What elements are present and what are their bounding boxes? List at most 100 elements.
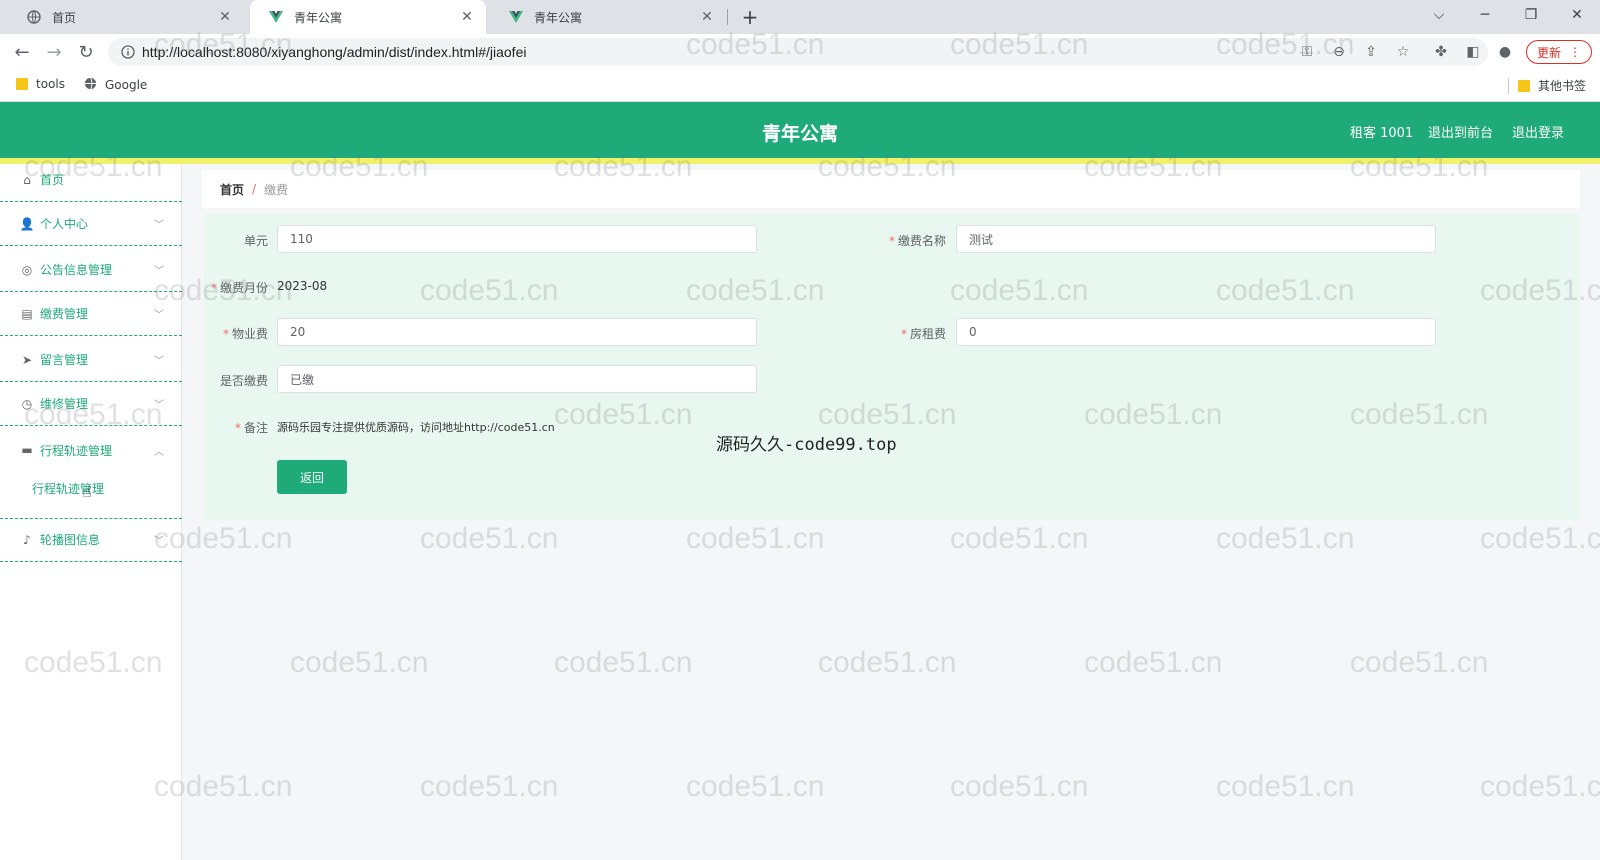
app-header: 青年公寓 租客 1001 退出到前台 退出登录 <box>0 102 1600 158</box>
watermark: code51.cn <box>420 522 559 555</box>
globe-icon <box>26 9 42 25</box>
logout-link[interactable]: 退出登录 <box>1512 122 1564 141</box>
bookmark-label: Google <box>105 78 148 92</box>
breadcrumb-separator: / <box>252 182 257 196</box>
to-front-link[interactable]: 退出到前台 <box>1428 122 1493 141</box>
zoom-icon[interactable]: ⊖ <box>1326 38 1352 66</box>
fee-name-input[interactable]: 测试 <box>956 225 1436 253</box>
chevron-down-icon: ﹀ <box>154 220 164 231</box>
bookmark-tools[interactable]: tools <box>16 77 65 91</box>
sidebar-item-repair[interactable]: ◷ 维修管理 ﹀ <box>0 382 182 426</box>
property-fee-label: * 物业费 <box>222 327 268 341</box>
chevron-down-icon: ﹀ <box>154 536 164 547</box>
bookmark-google[interactable]: Google <box>84 77 147 93</box>
chevron-down-icon: ﹀ <box>154 356 164 367</box>
sidebar-item-payment[interactable]: ▤ 缴费管理 ﹀ <box>0 292 182 336</box>
browser-tab-3[interactable]: 青年公寓 ✕ <box>490 0 726 34</box>
sidebar-item-carousel[interactable]: ♪ 轮播图信息 ﹀ <box>0 518 182 562</box>
sidebar-subitem-route[interactable]: 行程轨迹管理 <box>32 480 104 497</box>
close-window-icon[interactable]: ✕ <box>1554 0 1600 30</box>
home-icon: ⌂ <box>23 172 31 187</box>
chevron-up-icon: ︿ <box>154 446 164 458</box>
remark-label: * 备注 <box>234 421 268 435</box>
bookmarks-bar: tools Google 其他书签 <box>0 70 1600 102</box>
address-bar-row: ← → ↻ http://localhost:8080/xiyanghong/a… <box>0 34 1600 70</box>
back-button[interactable]: 返回 <box>277 460 347 494</box>
side-panel-icon[interactable]: ◧ <box>1460 38 1486 66</box>
vue-logo-icon <box>508 9 524 25</box>
bookmark-label: 其他书签 <box>1538 79 1587 93</box>
breadcrumb-home[interactable]: 首页 <box>220 181 244 198</box>
month-label: * 缴费月份 <box>210 281 268 295</box>
vue-logo-icon <box>268 9 284 25</box>
rent-input[interactable]: 0 <box>956 318 1436 346</box>
payment-icon: ▤ <box>21 306 33 321</box>
close-icon[interactable]: ✕ <box>458 9 476 25</box>
minimize-icon[interactable]: ─ <box>1462 0 1508 30</box>
sidebar-item-route[interactable]: ▬ 行程轨迹管理 ︿ <box>0 428 182 472</box>
watermark: code51.cn <box>1350 646 1489 679</box>
update-button[interactable]: 更新 ⋮ <box>1526 40 1592 64</box>
update-label: 更新 <box>1536 45 1561 60</box>
route-icon: ▬ <box>21 443 33 457</box>
breadcrumb-current: 缴费 <box>264 182 289 197</box>
browser-tab-bar: 首页 ✕ 青年公寓 ✕ 青年公寓 ✕ + ⌵ ─ ❐ ✕ <box>0 0 1600 34</box>
sidebar-item-label: 公告信息管理 <box>40 263 113 277</box>
close-icon[interactable]: ✕ <box>216 9 234 25</box>
property-fee-label-text: 物业费 <box>231 327 268 341</box>
watermark: code51.cn <box>290 646 429 679</box>
star-icon[interactable]: ☆ <box>1390 38 1416 66</box>
more-menu-icon: ⋮ <box>1569 45 1581 59</box>
sidebar-item-label: 留言管理 <box>40 353 89 367</box>
repair-icon: ◷ <box>21 396 33 411</box>
watermark: code51.cn <box>1216 522 1355 555</box>
key-icon[interactable]: ⚿ <box>1294 38 1320 66</box>
sidebar-item-message[interactable]: ➤ 留言管理 ﹀ <box>0 338 182 382</box>
paid-input[interactable]: 已缴 <box>277 365 757 393</box>
remark-value: 源码乐园专注提供优质源码，访问地址http://code51.cn <box>277 421 555 434</box>
sidebar-item-notice[interactable]: ◎ 公告信息管理 ﹀ <box>0 248 182 292</box>
unit-input[interactable]: 110 <box>277 225 757 253</box>
header-accent-strip <box>0 158 1600 164</box>
watermark: code51.cn <box>818 646 957 679</box>
url-field[interactable]: http://localhost:8080/xiyanghong/admin/d… <box>108 38 1488 66</box>
extensions-icon[interactable]: ✤ <box>1428 38 1454 66</box>
tab-title: 首页 <box>52 10 77 25</box>
new-tab-button[interactable]: + <box>738 5 762 29</box>
tab-search-icon[interactable]: ⌵ <box>1416 0 1462 30</box>
watermark: code51.cn <box>1480 522 1600 555</box>
sidebar-item-home[interactable]: ⌂ 首页 <box>0 158 182 202</box>
bookmark-divider <box>1508 78 1509 94</box>
profile-icon[interactable]: ● <box>1492 38 1518 66</box>
info-icon[interactable] <box>114 45 142 59</box>
browser-tab-active[interactable]: 青年公寓 ✕ <box>250 0 486 34</box>
close-icon[interactable]: ✕ <box>698 9 716 25</box>
watermark: code51.cn <box>1084 646 1223 679</box>
property-fee-input[interactable]: 20 <box>277 318 757 346</box>
forward-arrow-icon[interactable]: → <box>42 40 66 64</box>
browser-tab-home[interactable]: 首页 ✕ <box>8 0 244 34</box>
restore-icon[interactable]: ❐ <box>1508 0 1554 30</box>
folder-icon <box>16 78 28 90</box>
user-icon: 👤 <box>19 216 35 231</box>
month-label-text: 缴费月份 <box>219 281 268 295</box>
carousel-icon: ♪ <box>23 532 31 547</box>
sidebar-item-profile[interactable]: 👤 个人中心 ﹀ <box>0 202 182 246</box>
url-text: http://localhost:8080/xiyanghong/admin/d… <box>142 44 527 60</box>
sidebar-item-label: 维修管理 <box>40 397 89 411</box>
watermark: code51.cn <box>950 522 1089 555</box>
breadcrumb: 首页 / 缴费 <box>202 170 1580 208</box>
overlay-watermark-text: 源码久久-code99.top <box>716 435 897 455</box>
bookmark-other[interactable]: 其他书签 <box>1518 77 1586 94</box>
watermark: code51.cn <box>554 646 693 679</box>
chevron-down-icon: ﹀ <box>154 400 164 411</box>
globe-icon <box>84 77 97 93</box>
sidebar-item-label: 首页 <box>40 173 65 187</box>
reload-icon[interactable]: ↻ <box>74 40 98 64</box>
watermark: code51.cn <box>950 770 1089 803</box>
notice-icon: ◎ <box>21 262 33 277</box>
back-arrow-icon[interactable]: ← <box>10 40 34 64</box>
sidebar-item-label: 个人中心 <box>40 217 89 231</box>
unit-label-text: 单元 <box>243 234 268 248</box>
share-icon[interactable]: ⇪ <box>1358 38 1384 66</box>
